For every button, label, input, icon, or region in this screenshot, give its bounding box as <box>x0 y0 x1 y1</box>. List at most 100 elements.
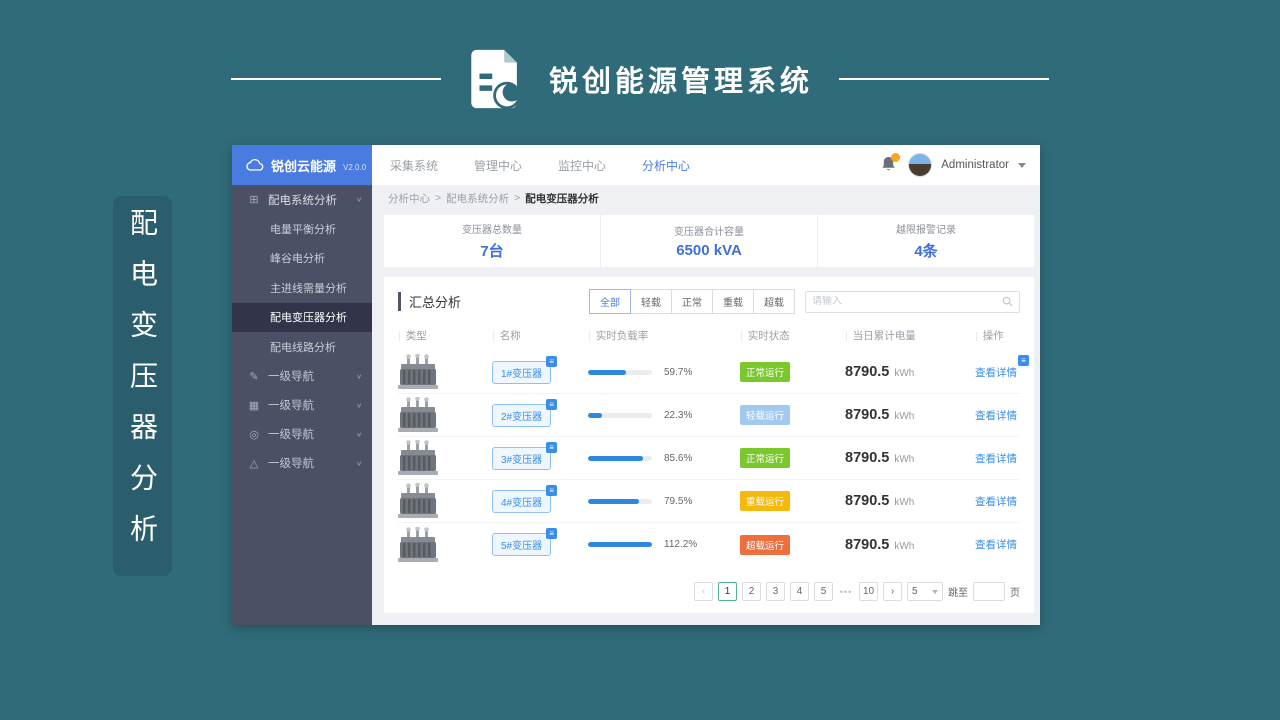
topnav-item-monitoring[interactable]: 监控中心 <box>558 157 606 174</box>
chevron-down-icon[interactable] <box>1018 162 1026 168</box>
topnav-item-collection[interactable]: 采集系统 <box>390 157 438 174</box>
stat-value: 4条 <box>914 243 938 260</box>
view-details-link[interactable]: 查看详情 <box>975 408 1017 423</box>
view-details-link[interactable]: 查看详情 <box>975 494 1017 509</box>
breadcrumb-item[interactable]: 配电系统分析 <box>446 191 509 206</box>
transformer-image <box>398 440 438 475</box>
sidebar-subitem-label: 电量平衡分析 <box>270 223 336 236</box>
pagination-page-4[interactable]: 4 <box>790 582 809 601</box>
stat-label: 变压器总数量 <box>462 225 522 236</box>
energy-unit: kWh <box>894 368 915 379</box>
header-rule-left <box>230 78 441 80</box>
sidebar-item-nav-4[interactable]: △ 一级导航 ∨ <box>232 449 372 478</box>
view-details-link[interactable]: 查看详情 <box>975 537 1017 552</box>
pagination-page-3[interactable]: 3 <box>766 582 785 601</box>
filter-all-button[interactable]: 全部 <box>589 289 631 314</box>
pagination: ‹ 1 2 3 4 5 ••• 10 › 5 跳至 页 <box>694 582 1020 601</box>
column-header: | 当日累计电量 <box>845 330 916 342</box>
status-badge: 轻载运行 <box>740 405 791 425</box>
view-details-link[interactable]: 查看详情 ≡ <box>975 354 1029 380</box>
sidebar-item-label: 一级导航 <box>268 371 314 383</box>
app-logo-version: V2.0.0 <box>343 162 367 172</box>
breadcrumb-separator: > <box>514 192 521 204</box>
stat-value: 7台 <box>480 243 504 260</box>
notification-bell-icon[interactable] <box>881 153 901 175</box>
header-rule-right <box>839 78 1049 80</box>
transformer-image <box>398 354 438 389</box>
summary-controls: 全部 轻载 正常 重载 超载 <box>589 289 1020 314</box>
sidebar-item-label: 一级导航 <box>268 429 314 441</box>
table-row: 5#变压器 ≡ 112.2% 超载运行 8790.5 kWh 查看详情 <box>398 523 1020 566</box>
poster-header: 锐创能源管理系统 <box>0 44 1280 114</box>
topnav-item-management[interactable]: 管理中心 <box>474 157 522 174</box>
energy-value: 8790.5 <box>845 364 890 380</box>
sidebar-item-distribution-analysis[interactable]: ⊞ 配电系统分析 ∨ <box>232 185 372 214</box>
view-details-link[interactable]: 查看详情 <box>975 451 1017 466</box>
energy-value: 8790.5 <box>845 493 890 509</box>
status-badge: 重载运行 <box>740 491 791 511</box>
avatar[interactable] <box>908 153 933 177</box>
filter-heavy-button[interactable]: 重载 <box>712 289 754 314</box>
sidebar-item-nav-2[interactable]: ▦ 一级导航 ∨ <box>232 391 372 420</box>
sidebar-item-nav-1[interactable]: ✎ 一级导航 ∨ <box>232 362 372 391</box>
pagination-page-2[interactable]: 2 <box>742 582 761 601</box>
sidebar-subitem-label: 峰谷电分析 <box>270 253 325 266</box>
sidebar-item-label: 一级导航 <box>268 458 314 470</box>
search-input[interactable] <box>812 296 1002 307</box>
energy-unit: kWh <box>894 411 915 422</box>
stat-total-capacity: 变压器合计容量 6500 kVA <box>600 215 817 267</box>
transformer-image <box>398 483 438 518</box>
energy-value: 8790.5 <box>845 536 890 553</box>
page-jump-input[interactable] <box>973 582 1005 601</box>
document-pencil-icon <box>471 49 521 110</box>
transformer-name-button[interactable]: 2#变压器 ≡ <box>492 398 558 427</box>
breadcrumb-separator: > <box>435 192 442 204</box>
filter-light-button[interactable]: 轻载 <box>630 289 672 314</box>
transformer-name-button[interactable]: 4#变压器 ≡ <box>492 484 558 513</box>
pagination-page-10[interactable]: 10 <box>859 582 878 601</box>
topnav-item-analysis[interactable]: 分析中心 <box>642 157 690 174</box>
page-size-select[interactable]: 5 <box>907 582 943 601</box>
pagination-page-5[interactable]: 5 <box>814 582 833 601</box>
load-bar-fill <box>588 455 643 461</box>
column-header: | 实时负载率 <box>588 330 649 342</box>
filter-normal-button[interactable]: 正常 <box>671 289 713 314</box>
app-logo-bar[interactable]: 锐创云能源 V2.0.0 <box>232 145 372 185</box>
sidebar-subitem-power-balance[interactable]: 电量平衡分析 <box>232 214 372 244</box>
main-area: 采集系统 管理中心 监控中心 分析中心 Administrator 分析中心 > <box>372 145 1040 625</box>
grid-icon: ⊞ <box>249 194 259 206</box>
sidebar-item-nav-3[interactable]: ◎ 一级导航 ∨ <box>232 420 372 449</box>
poster-title: 锐创能源管理系统 <box>548 66 813 98</box>
pagination-next-button[interactable]: › <box>883 582 902 601</box>
app-sidebar: 锐创云能源 V2.0.0 ⊞ 配电系统分析 ∨ 电量平衡分析 峰谷电分析 主进线… <box>232 145 372 625</box>
load-bar <box>588 542 652 547</box>
detail-badge-icon: ≡ <box>546 441 558 453</box>
sidebar-subitem-label: 配电线路分析 <box>270 341 336 354</box>
load-percentage: 79.5% <box>664 495 693 507</box>
transformer-name-button[interactable]: 1#变压器 ≡ <box>492 355 558 384</box>
load-bar-fill <box>588 542 652 547</box>
pagination-ellipsis[interactable]: ••• <box>838 587 854 597</box>
stat-label: 变压器合计容量 <box>674 227 744 238</box>
summary-panel: 汇总分析 全部 轻载 正常 重载 超载 请输入 | 类型 | 名称 | 实时负载… <box>384 277 1034 613</box>
sidebar-subitem-peak-valley[interactable]: 峰谷电分析 <box>232 244 372 274</box>
pagination-prev-button[interactable]: ‹ <box>694 582 713 601</box>
sidebar-subitem-transformer-analysis[interactable]: 配电变压器分析 <box>232 302 372 332</box>
transformer-name-button[interactable]: 5#变压器 ≡ <box>492 528 558 556</box>
breadcrumb-item[interactable]: 分析中心 <box>388 191 430 206</box>
stats-card: 变压器总数量 7台 变压器合计容量 6500 kVA 越限报警记录 4条 <box>384 215 1034 267</box>
status-badge: 超载运行 <box>740 534 791 555</box>
transformer-name-button[interactable]: 3#变压器 ≡ <box>492 441 558 470</box>
chevron-down-icon <box>932 589 938 594</box>
column-header: | 类型 <box>398 330 427 342</box>
search-icon <box>1002 296 1013 307</box>
username[interactable]: Administrator <box>941 159 1009 171</box>
topnav-right: Administrator <box>881 153 1026 177</box>
summary-title: 汇总分析 <box>398 292 461 311</box>
pagination-page-1[interactable]: 1 <box>718 582 737 601</box>
filter-overload-button[interactable]: 超载 <box>753 289 795 314</box>
sidebar-subitem-main-line-demand[interactable]: 主进线需量分析 <box>232 273 372 303</box>
side-label-text: 配电变压器分析 <box>127 207 158 565</box>
sidebar-subitem-line-analysis[interactable]: 配电线路分析 <box>232 332 372 362</box>
load-percentage: 112.2% <box>664 539 698 550</box>
